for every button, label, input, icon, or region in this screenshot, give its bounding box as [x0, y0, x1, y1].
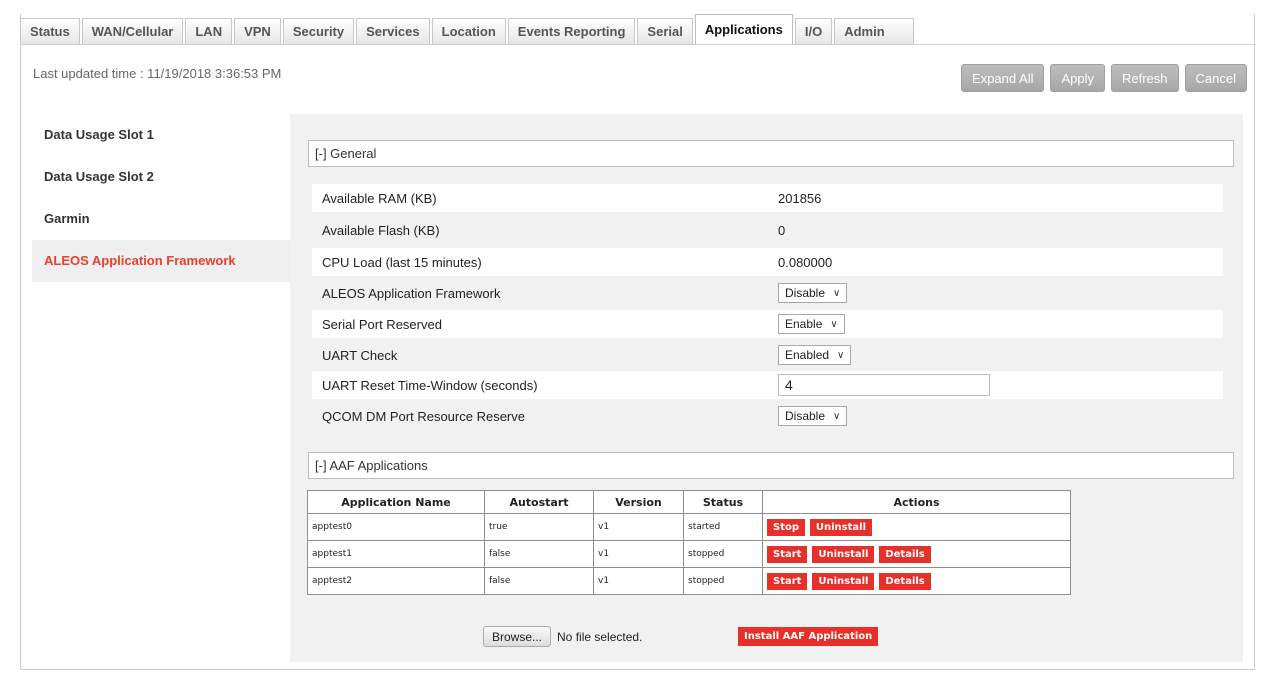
tab-admin[interactable]: Admin: [834, 18, 914, 44]
serial-port-label: Serial Port Reserved: [322, 316, 442, 332]
uninstall-button[interactable]: Uninstall: [809, 518, 873, 536]
start-button[interactable]: Start: [767, 545, 808, 563]
ram-label: Available RAM (KB): [322, 190, 437, 206]
tab-services[interactable]: Services: [356, 18, 430, 44]
tab-vpn[interactable]: VPN: [234, 18, 281, 44]
browse-button[interactable]: Browse...: [483, 626, 552, 647]
tab-serial[interactable]: Serial: [637, 18, 693, 44]
version-cell: v1: [593, 513, 684, 541]
table-header-row: Application Name Autostart Version Statu…: [307, 490, 1071, 514]
sidebar-item-data-usage-slot-1[interactable]: Data Usage Slot 1: [32, 114, 290, 156]
status-cell: stopped: [683, 567, 763, 595]
uart-check-label: UART Check: [322, 347, 398, 363]
cancel-button[interactable]: Cancel: [1184, 64, 1247, 92]
app-name-cell: apptest2: [307, 567, 485, 595]
ram-value: 201856: [778, 190, 822, 206]
cpu-row: CPU Load (last 15 minutes) 0.080000: [312, 248, 1223, 276]
last-updated-text: Last updated time : 11/19/2018 3:36:53 P…: [33, 66, 282, 81]
tab-wan-cellular[interactable]: WAN/Cellular: [81, 18, 184, 44]
apply-button[interactable]: Apply: [1050, 64, 1105, 92]
serial-port-select[interactable]: Enable ∨: [778, 314, 845, 334]
autostart-cell: false: [484, 540, 594, 568]
column-header-application-name: Application Name: [307, 490, 485, 514]
serial-port-select-value: Enable: [785, 317, 823, 331]
column-header-autostart: Autostart: [484, 490, 594, 514]
column-header-version: Version: [593, 490, 684, 514]
table-row: apptest1 false v1 stopped Start Uninstal…: [307, 540, 1071, 568]
aaf-enable-row: ALEOS Application Framework Disable ∨: [312, 279, 1223, 307]
sidebar-item-garmin[interactable]: Garmin: [32, 198, 290, 240]
uart-reset-row: UART Reset Time-Window (seconds) 4: [312, 371, 1223, 399]
actions-cell: Stop Uninstall: [762, 513, 1071, 541]
sidebar-item-aleos-application-framework[interactable]: ALEOS Application Framework: [32, 240, 290, 282]
autostart-cell: true: [484, 513, 594, 541]
flash-row: Available Flash (KB) 0: [312, 216, 1223, 244]
details-button[interactable]: Details: [879, 572, 931, 590]
qcom-select-value: Disable: [785, 409, 826, 423]
uart-reset-label: UART Reset Time-Window (seconds): [322, 377, 538, 393]
chevron-down-icon: ∨: [833, 410, 841, 422]
aaf-enable-label: ALEOS Application Framework: [322, 285, 501, 301]
details-button[interactable]: Details: [879, 545, 931, 563]
version-cell: v1: [593, 540, 684, 568]
table-row: apptest0 true v1 started Stop Uninstall: [307, 513, 1071, 541]
tab-events-reporting[interactable]: Events Reporting: [507, 18, 636, 44]
column-header-status: Status: [683, 490, 763, 514]
uart-check-select[interactable]: Enabled ∨: [778, 345, 852, 365]
general-section-header[interactable]: [-] General: [308, 140, 1234, 167]
uninstall-button[interactable]: Uninstall: [812, 545, 875, 563]
serial-port-row: Serial Port Reserved Enable ∨: [312, 310, 1223, 338]
table-row: apptest2 false v1 stopped Start Uninstal…: [307, 567, 1071, 595]
tab-io[interactable]: I/O: [794, 18, 833, 44]
cpu-value: 0.080000: [778, 254, 833, 270]
flash-label: Available Flash (KB): [322, 222, 440, 238]
expand-all-button[interactable]: Expand All: [961, 64, 1045, 92]
tab-status[interactable]: Status: [20, 18, 80, 44]
app-name-cell: apptest0: [307, 513, 485, 541]
app-name-cell: apptest1: [307, 540, 485, 568]
autostart-cell: false: [484, 567, 594, 595]
chevron-down-icon: ∨: [837, 349, 845, 361]
start-button[interactable]: Start: [767, 572, 808, 590]
column-header-actions: Actions: [762, 490, 1071, 514]
tab-security[interactable]: Security: [282, 18, 355, 44]
qcom-select[interactable]: Disable ∨: [778, 406, 848, 426]
chevron-down-icon: ∨: [833, 287, 841, 299]
tab-lan[interactable]: LAN: [185, 18, 233, 44]
uart-check-select-value: Enabled: [785, 348, 830, 362]
cpu-label: CPU Load (last 15 minutes): [322, 254, 482, 270]
aaf-enable-select-value: Disable: [785, 286, 826, 300]
uninstall-button[interactable]: Uninstall: [812, 572, 875, 590]
sidebar-item-data-usage-slot-2[interactable]: Data Usage Slot 2: [32, 156, 290, 198]
actions-cell: Start Uninstall Details: [762, 540, 1071, 568]
flash-value: 0: [778, 222, 786, 238]
tab-location[interactable]: Location: [431, 18, 506, 44]
qcom-row: QCOM DM Port Resource Reserve Disable ∨: [312, 402, 1223, 430]
install-aaf-application-button[interactable]: Install AAF Application: [738, 627, 879, 646]
version-cell: v1: [593, 567, 684, 595]
actions-cell: Start Uninstall Details: [762, 567, 1071, 595]
refresh-button[interactable]: Refresh: [1111, 64, 1179, 92]
stop-button[interactable]: Stop: [767, 518, 806, 536]
uart-check-row: UART Check Enabled ∨: [312, 341, 1223, 369]
aaf-enable-select[interactable]: Disable ∨: [778, 283, 848, 303]
aaf-applications-table: Application Name Autostart Version Statu…: [307, 490, 1071, 595]
file-upload: Browse... No file selected.: [483, 626, 642, 647]
toolbar: Expand All Apply Refresh Cancel: [961, 64, 1247, 92]
main-panel: [-] General Available RAM (KB) 201856 Av…: [290, 114, 1243, 662]
main-tab-bar: Status WAN/Cellular LAN VPN Security Ser…: [20, 14, 916, 44]
no-file-selected-text: No file selected.: [557, 629, 643, 644]
qcom-label: QCOM DM Port Resource Reserve: [322, 408, 525, 424]
status-cell: started: [683, 513, 763, 541]
tab-applications[interactable]: Applications: [694, 14, 793, 44]
chevron-down-icon: ∨: [830, 318, 838, 330]
sidebar: Data Usage Slot 1 Data Usage Slot 2 Garm…: [32, 114, 290, 282]
status-cell: stopped: [683, 540, 763, 568]
aaf-applications-section-header[interactable]: [-] AAF Applications: [308, 452, 1234, 479]
uart-reset-input[interactable]: 4: [778, 374, 990, 396]
tab-bar-divider: [20, 44, 1256, 45]
ram-row: Available RAM (KB) 201856: [312, 184, 1223, 212]
